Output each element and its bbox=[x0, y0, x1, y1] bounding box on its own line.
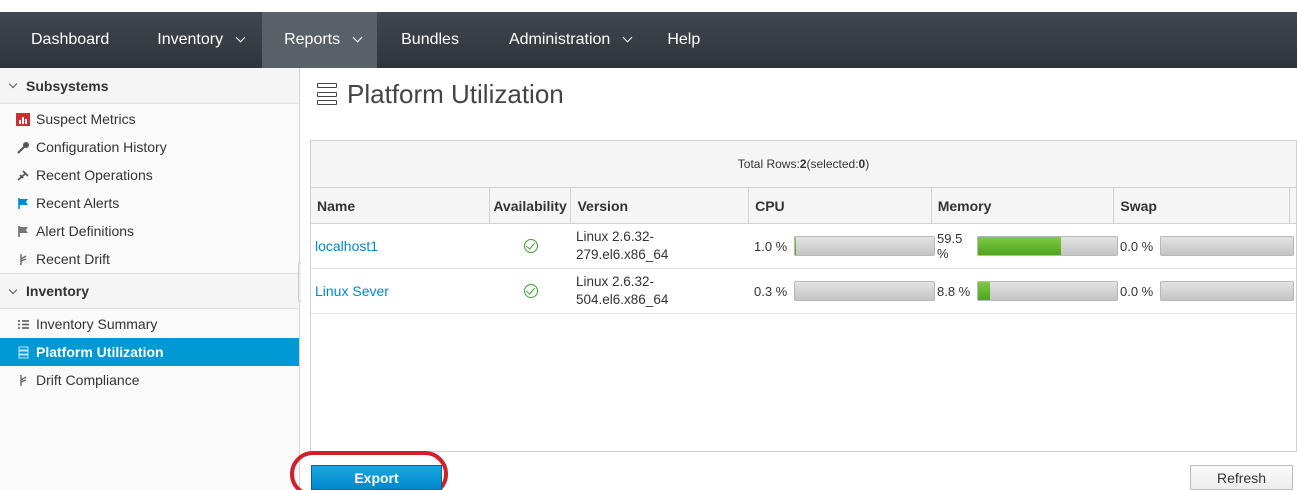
swap-usage-bar bbox=[1160, 281, 1294, 301]
selected-prefix: (selected: bbox=[806, 157, 859, 171]
refresh-button[interactable]: Refresh bbox=[1190, 465, 1293, 490]
version-line-2: 504.el6.x86_64 bbox=[576, 292, 669, 307]
column-header-availability[interactable]: Availability bbox=[490, 188, 572, 223]
nav-administration-label: Administration bbox=[508, 31, 611, 48]
top-navbar: Dashboard Inventory Reports Bundles Admi… bbox=[0, 0, 1297, 68]
sidebar-item-label: Inventory Summary bbox=[36, 316, 158, 332]
chevron-down-icon bbox=[8, 285, 18, 294]
sidebar-item-recent-operations[interactable]: Recent Operations bbox=[0, 161, 299, 189]
sidebar-item-label: Recent Drift bbox=[36, 251, 110, 267]
server-icon bbox=[317, 83, 337, 105]
column-header-spacer bbox=[1290, 188, 1296, 223]
nav-menu: Dashboard Inventory Reports Bundles Admi… bbox=[0, 12, 716, 68]
swap-usage-bar bbox=[1160, 236, 1294, 256]
version-line-2: 279.el6.x86_64 bbox=[576, 247, 669, 262]
sidebar-item-label: Recent Operations bbox=[36, 167, 153, 183]
resource-name-link[interactable]: Linux Sever bbox=[315, 283, 389, 299]
selected-suffix: ) bbox=[865, 157, 870, 171]
operations-icon bbox=[16, 168, 30, 182]
sidebar-item-label: Drift Compliance bbox=[36, 372, 140, 388]
version-line-1: Linux 2.6.32- bbox=[576, 229, 655, 244]
utilization-table: Total Rows: 2 (selected: 0) Name Availab… bbox=[310, 140, 1297, 452]
nav-inventory-label: Inventory bbox=[157, 31, 224, 48]
nav-dashboard-label: Dashboard bbox=[31, 31, 110, 48]
memory-value: 8.8 % bbox=[937, 283, 971, 299]
swap-value: 0.0 % bbox=[1120, 238, 1154, 254]
total-rows-count: 2 bbox=[799, 157, 807, 171]
nav-inventory[interactable]: Inventory bbox=[143, 12, 262, 68]
table-header: Name Availability Version CPU Memory Swa… bbox=[311, 188, 1296, 224]
total-rows-status: Total Rows: 2 (selected: 0) bbox=[311, 141, 1296, 188]
nav-reports[interactable]: Reports bbox=[262, 12, 378, 68]
cpu-usage-bar bbox=[794, 236, 935, 256]
chevron-down-icon bbox=[622, 32, 633, 43]
drift-icon bbox=[16, 373, 30, 387]
sidebar-item-recent-drift[interactable]: Recent Drift bbox=[0, 245, 299, 273]
sidebar-item-label: Recent Alerts bbox=[36, 195, 120, 211]
flag-outline-icon bbox=[16, 224, 30, 238]
page-title-text: Platform Utilization bbox=[347, 78, 564, 109]
sidebar-item-alert-definitions[interactable]: Alert Definitions bbox=[0, 217, 299, 245]
sidebar-item-recent-alerts[interactable]: Recent Alerts bbox=[0, 189, 299, 217]
memory-usage-bar bbox=[977, 236, 1118, 256]
sidebar-item-platform-utilization[interactable]: Platform Utilization bbox=[0, 338, 299, 366]
server-icon bbox=[16, 345, 30, 359]
selected-count: 0 bbox=[858, 157, 866, 171]
sidebar-item-drift-compliance[interactable]: Drift Compliance bbox=[0, 366, 299, 394]
cpu-usage-bar bbox=[794, 281, 935, 301]
top-strip bbox=[0, 0, 1297, 12]
drift-icon bbox=[16, 252, 30, 266]
export-button[interactable]: Export bbox=[311, 465, 442, 490]
memory-value: 59.5 % bbox=[937, 231, 963, 261]
totals-prefix: Total Rows: bbox=[737, 157, 800, 171]
sidebar-item-label: Alert Definitions bbox=[36, 223, 135, 239]
sidebar: Subsystems Suspect Metrics Configuration… bbox=[0, 68, 300, 490]
nav-help-label: Help bbox=[667, 31, 701, 48]
flag-icon bbox=[16, 196, 30, 210]
sidebar-item-suspect-metrics[interactable]: Suspect Metrics bbox=[0, 105, 299, 133]
table-row[interactable]: Linux Sever Linux 2.6.32- 504.el6.x86_64… bbox=[311, 269, 1296, 314]
resource-name-link[interactable]: localhost1 bbox=[315, 238, 378, 254]
nav-dashboard[interactable]: Dashboard bbox=[0, 12, 143, 68]
swap-value: 0.0 % bbox=[1120, 283, 1154, 299]
memory-usage-bar bbox=[977, 281, 1118, 301]
table-row[interactable]: localhost1 Linux 2.6.32- 279.el6.x86_64 … bbox=[311, 224, 1296, 269]
available-check-icon bbox=[524, 239, 538, 253]
list-icon bbox=[16, 317, 30, 331]
nav-bundles[interactable]: Bundles bbox=[377, 12, 489, 68]
nav-reports-label: Reports bbox=[284, 31, 341, 48]
section-subsystems-label: Subsystems bbox=[26, 77, 109, 94]
column-header-memory[interactable]: Memory bbox=[932, 188, 1115, 223]
section-subsystems[interactable]: Subsystems bbox=[0, 68, 299, 104]
chevron-down-icon bbox=[352, 32, 363, 43]
column-header-name[interactable]: Name bbox=[311, 188, 490, 223]
main-content: Platform Utilization Total Rows: 2 (sele… bbox=[290, 68, 1297, 490]
chevron-down-icon bbox=[8, 79, 18, 89]
sidebar-item-label: Suspect Metrics bbox=[36, 111, 136, 127]
section-inventory-label: Inventory bbox=[26, 283, 90, 299]
sidebar-item-configuration-history[interactable]: Configuration History bbox=[0, 133, 299, 161]
column-header-version[interactable]: Version bbox=[571, 188, 750, 223]
nav-help[interactable]: Help bbox=[645, 12, 716, 68]
page-title: Platform Utilization bbox=[317, 78, 564, 110]
cpu-value: 0.3 % bbox=[754, 283, 788, 299]
suspect-metrics-icon bbox=[16, 112, 30, 126]
sidebar-item-inventory-summary[interactable]: Inventory Summary bbox=[0, 310, 299, 338]
nav-bundles-label: Bundles bbox=[401, 31, 459, 48]
section-inventory[interactable]: Inventory bbox=[0, 273, 299, 309]
column-header-cpu[interactable]: CPU bbox=[749, 188, 932, 223]
sidebar-item-label: Configuration History bbox=[36, 139, 167, 155]
chevron-down-icon bbox=[235, 32, 246, 43]
nav-administration[interactable]: Administration bbox=[489, 12, 645, 68]
available-check-icon bbox=[524, 284, 538, 298]
column-header-swap[interactable]: Swap bbox=[1114, 188, 1290, 223]
wrench-icon bbox=[16, 140, 30, 154]
sidebar-item-label: Platform Utilization bbox=[36, 344, 164, 360]
version-line-1: Linux 2.6.32- bbox=[576, 274, 655, 289]
cpu-value: 1.0 % bbox=[754, 238, 788, 254]
